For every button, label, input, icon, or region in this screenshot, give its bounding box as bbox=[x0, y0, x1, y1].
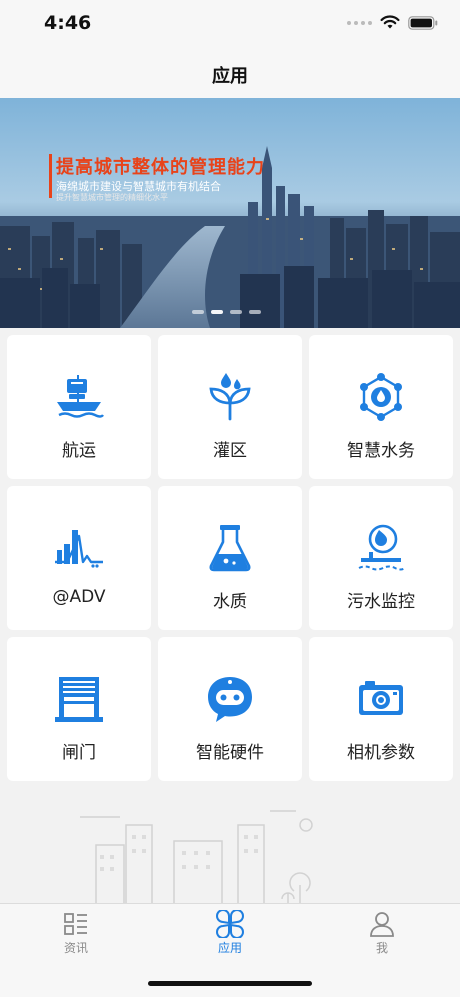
water-network-icon bbox=[360, 373, 402, 421]
banner-caption: 提升智慧城市管理的精细化水平 bbox=[56, 193, 168, 202]
signal-icon bbox=[347, 20, 372, 25]
app-tile-smart-hardware[interactable]: 智能硬件 bbox=[158, 637, 302, 781]
app-tile-irrigation[interactable]: 灌区 bbox=[158, 335, 302, 479]
carousel-dot[interactable] bbox=[249, 310, 261, 314]
app-tile-label: 智能硬件 bbox=[196, 743, 264, 763]
carousel-dot[interactable] bbox=[230, 310, 242, 314]
camera-icon bbox=[359, 681, 403, 715]
city-skyline-image bbox=[0, 98, 460, 328]
banner-headline: 提高城市整体的管理能力 bbox=[56, 157, 265, 178]
banner-carousel[interactable]: 提高城市整体的管理能力 海绵城市建设与智慧城市有机结合 提升智慧城市管理的精细化… bbox=[0, 98, 460, 328]
page-title: 应用 bbox=[212, 66, 248, 87]
gate-icon bbox=[55, 677, 103, 722]
city-outline-decoration bbox=[80, 810, 313, 905]
app-tile-label: 智慧水务 bbox=[347, 441, 415, 461]
app-tile-water-quality[interactable]: 水质 bbox=[158, 486, 302, 630]
app-tile-label: 闸门 bbox=[62, 743, 96, 763]
sewage-icon bbox=[358, 524, 406, 571]
person-icon bbox=[370, 912, 394, 937]
app-tile-label: 水质 bbox=[213, 592, 247, 612]
ship-icon bbox=[57, 375, 104, 418]
app-tile-camera-params[interactable]: 相机参数 bbox=[309, 637, 453, 781]
tab-news[interactable]: 资讯 bbox=[36, 910, 116, 956]
app-grid: 航运 灌区 智慧水务 @ADV 水质 污水监控 闸门 智能硬件 相机参数 bbox=[7, 335, 453, 781]
app-tile-label: 相机参数 bbox=[347, 743, 415, 763]
tab-label: 资讯 bbox=[63, 941, 88, 955]
battery-icon bbox=[408, 15, 438, 30]
app-tile-label: @ADV bbox=[52, 587, 106, 607]
app-tile-sewage-monitor[interactable]: 污水监控 bbox=[309, 486, 453, 630]
chart-wave-icon bbox=[55, 530, 103, 568]
app-tile-label: 航运 bbox=[62, 441, 96, 461]
nav-bar: 应用 bbox=[0, 50, 460, 98]
apps-icon bbox=[216, 910, 244, 938]
app-tile-gate[interactable]: 闸门 bbox=[7, 637, 151, 781]
carousel-dot[interactable] bbox=[192, 310, 204, 314]
app-tile-label: 灌区 bbox=[213, 441, 247, 461]
wifi-icon bbox=[380, 15, 400, 29]
sprout-icon bbox=[209, 373, 251, 421]
tab-label: 应用 bbox=[217, 941, 242, 955]
news-icon bbox=[64, 913, 87, 935]
status-icons bbox=[347, 15, 438, 30]
app-tile-smart-water[interactable]: 智慧水务 bbox=[309, 335, 453, 479]
carousel-page-indicator[interactable] bbox=[192, 310, 261, 314]
banner-accent-bar bbox=[49, 154, 52, 198]
status-time: 4:46 bbox=[44, 12, 92, 34]
tab-apps[interactable]: 应用 bbox=[190, 910, 270, 956]
flask-icon bbox=[209, 525, 251, 572]
carousel-dot[interactable] bbox=[211, 310, 223, 314]
app-tile-adv[interactable]: @ADV bbox=[7, 486, 151, 630]
app-tile-label: 污水监控 bbox=[347, 592, 415, 612]
tab-me[interactable]: 我 bbox=[342, 910, 422, 956]
status-bar: 4:46 bbox=[0, 0, 460, 50]
app-tile-shipping[interactable]: 航运 bbox=[7, 335, 151, 479]
robot-icon bbox=[208, 677, 252, 722]
tab-label: 我 bbox=[375, 941, 388, 955]
home-indicator[interactable] bbox=[148, 981, 312, 986]
